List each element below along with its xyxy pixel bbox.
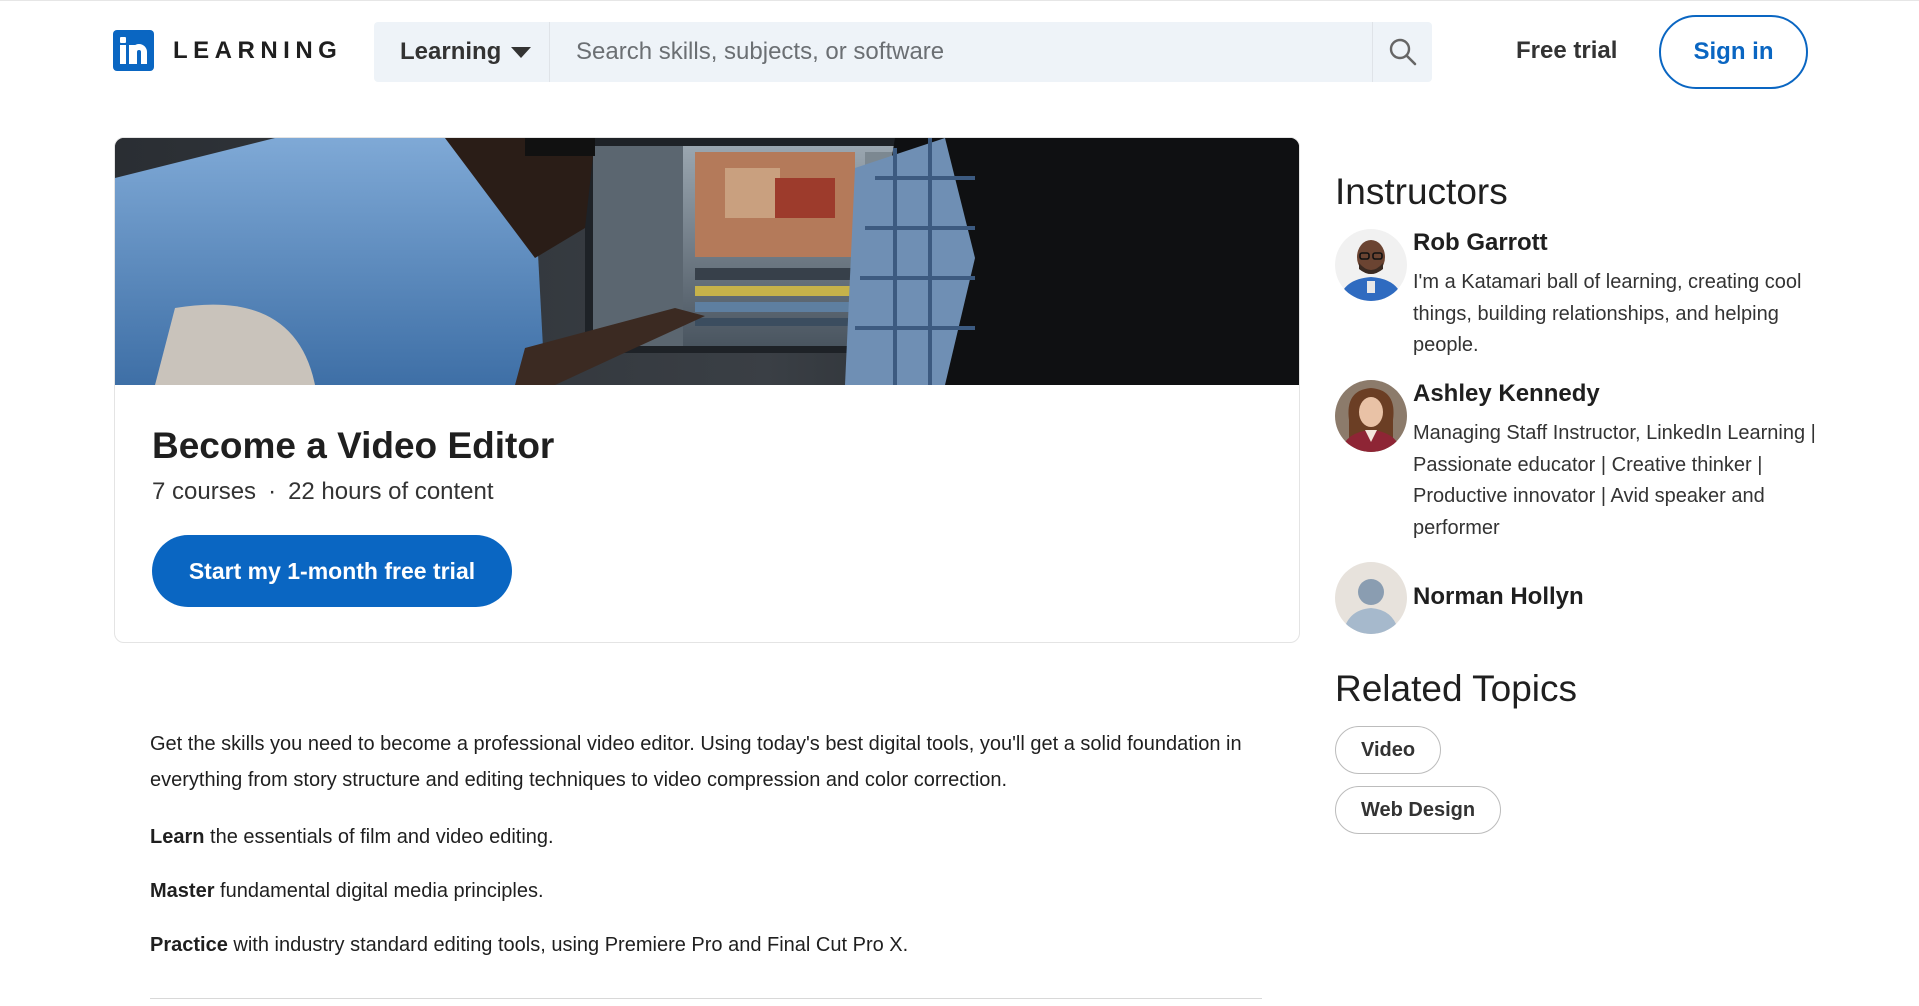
search-input[interactable] (550, 22, 1372, 82)
start-free-trial-button[interactable]: Start my 1-month free trial (152, 535, 512, 607)
category-dropdown[interactable]: Learning (374, 22, 550, 82)
instructor-name: Norman Hollyn (1413, 583, 1584, 610)
bullet-text: the essentials of film and video editing… (204, 826, 554, 848)
related-topics-heading: Related Topics (1335, 668, 1578, 709)
instructor-rob-garrott[interactable]: Rob Garrott I'm a Katamari ball of learn… (1335, 229, 1805, 359)
avatar (1335, 380, 1407, 452)
sign-in-button[interactable]: Sign in (1659, 15, 1808, 89)
instructor-norman-hollyn[interactable]: Norman Hollyn (1335, 562, 1805, 634)
page-title: Become a Video Editor (152, 425, 555, 466)
learning-path-description: Get the skills you need to become a prof… (150, 733, 1242, 791)
learning-path-meta: 7 courses · 22 hours of content (152, 478, 494, 506)
topic-pill-video[interactable]: Video (1335, 726, 1442, 774)
bullet-lead: Practice (150, 934, 228, 956)
topic-pill-web-design[interactable]: Web Design (1335, 786, 1502, 834)
chevron-down-icon (511, 46, 532, 58)
free-trial-link[interactable]: Free trial (1516, 34, 1617, 68)
course-count: 7 courses (152, 478, 257, 505)
description-bullet-learn: Learn the essentials of film and video e… (150, 823, 554, 851)
search-bar: Learning (374, 22, 1432, 82)
content-hours: 22 hours of content (288, 478, 494, 505)
instructor-name: Ashley Kennedy (1413, 380, 1600, 407)
bullet-text: fundamental digital media principles. (214, 880, 544, 902)
avatar-placeholder-icon (1335, 562, 1407, 634)
bullet-text: with industry standard editing tools, us… (227, 934, 909, 956)
instructor-name: Rob Garrott (1413, 229, 1548, 256)
bullet-lead: Learn (150, 826, 205, 848)
learning-path-card: Become a Video Editor 7 courses · 22 hou… (114, 137, 1300, 643)
site-header: LEARNING Learning Free trial Sign in (0, 0, 1919, 104)
search-button[interactable] (1372, 22, 1432, 82)
hero-image (115, 138, 1299, 385)
search-icon (1389, 38, 1416, 66)
avatar (1335, 229, 1407, 301)
logo-text: LEARNING (173, 36, 343, 64)
meta-separator: · (268, 478, 277, 505)
linkedin-learning-logo[interactable]: LEARNING (113, 30, 342, 71)
category-dropdown-label: Learning (400, 38, 502, 65)
instructor-bio: Managing Staff Instructor, LinkedIn Lear… (1413, 422, 1816, 539)
instructors-heading: Instructors (1335, 171, 1508, 212)
instructor-bio: I'm a Katamari ball of learning, creatin… (1413, 271, 1802, 356)
description-bullet-master: Master fundamental digital media princip… (150, 877, 544, 905)
description-bullet-practice: Practice with industry standard editing … (150, 931, 908, 959)
instructor-ashley-kennedy[interactable]: Ashley Kennedy Managing Staff Instructor… (1335, 380, 1816, 550)
linkedin-logo-icon (113, 30, 154, 71)
section-divider (150, 998, 1262, 999)
bullet-lead: Master (150, 880, 215, 902)
